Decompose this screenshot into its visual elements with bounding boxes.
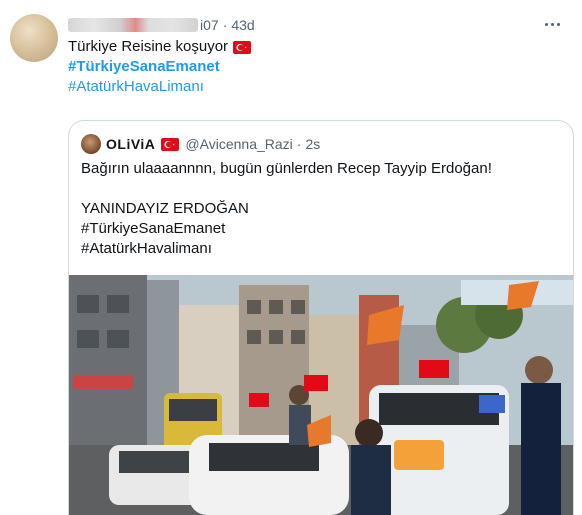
tweet-text-line: Türkiye Reisine koşuyor: [68, 37, 252, 57]
avatar[interactable]: [10, 14, 58, 62]
quoted-tweet-text: Bağırın ulaaaannnn, bugün günlerden Rece…: [81, 159, 561, 259]
quoted-text-line: #TürkiyeSanaEmanet: [81, 220, 226, 237]
more-options-button[interactable]: [540, 14, 564, 34]
blurred-author-name[interactable]: [68, 18, 198, 32]
hashtag-link[interactable]: #TürkiyeSanaEmanet: [68, 57, 220, 77]
separator: ·: [222, 17, 228, 33]
quoted-text-line: Bağırın ulaaaannnn, bugün günlerden Rece…: [81, 160, 492, 177]
author-handle[interactable]: i07: [200, 17, 219, 33]
quoted-text-line: #AtatürkHavalimanı: [81, 240, 212, 257]
quoted-avatar[interactable]: [81, 134, 101, 154]
timestamp[interactable]: 43d: [231, 17, 254, 33]
tweet[interactable]: i07 · 43d Türkiye Reisine koşuyor #Türki…: [0, 0, 582, 515]
quoted-text-line: [81, 179, 561, 199]
tweet-text: Türkiye Reisine koşuyor: [68, 38, 229, 55]
hashtag-link[interactable]: #AtatürkHavaLimanı: [68, 77, 204, 97]
tweet-header: i07 · 43d: [68, 15, 255, 35]
street-scene-image: [69, 275, 573, 515]
quoted-text-line: YANINDAYIZ ERDOĞAN: [81, 200, 249, 217]
turkey-flag-icon: [161, 137, 180, 151]
separator: ·: [296, 136, 302, 152]
quoted-timestamp[interactable]: 2s: [305, 136, 320, 152]
quoted-handle[interactable]: @Avicenna_Razi: [185, 136, 292, 152]
video-thumbnail[interactable]: [69, 275, 573, 515]
turkey-flag-icon: [233, 40, 252, 54]
quoted-tweet[interactable]: OLiViA @Avicenna_Razi · 2s Bağırın ulaaa…: [68, 120, 574, 515]
quoted-tweet-header: OLiViA @Avicenna_Razi · 2s: [81, 134, 320, 154]
quoted-display-name[interactable]: OLiViA: [106, 136, 155, 152]
more-dots-icon: [544, 22, 548, 26]
